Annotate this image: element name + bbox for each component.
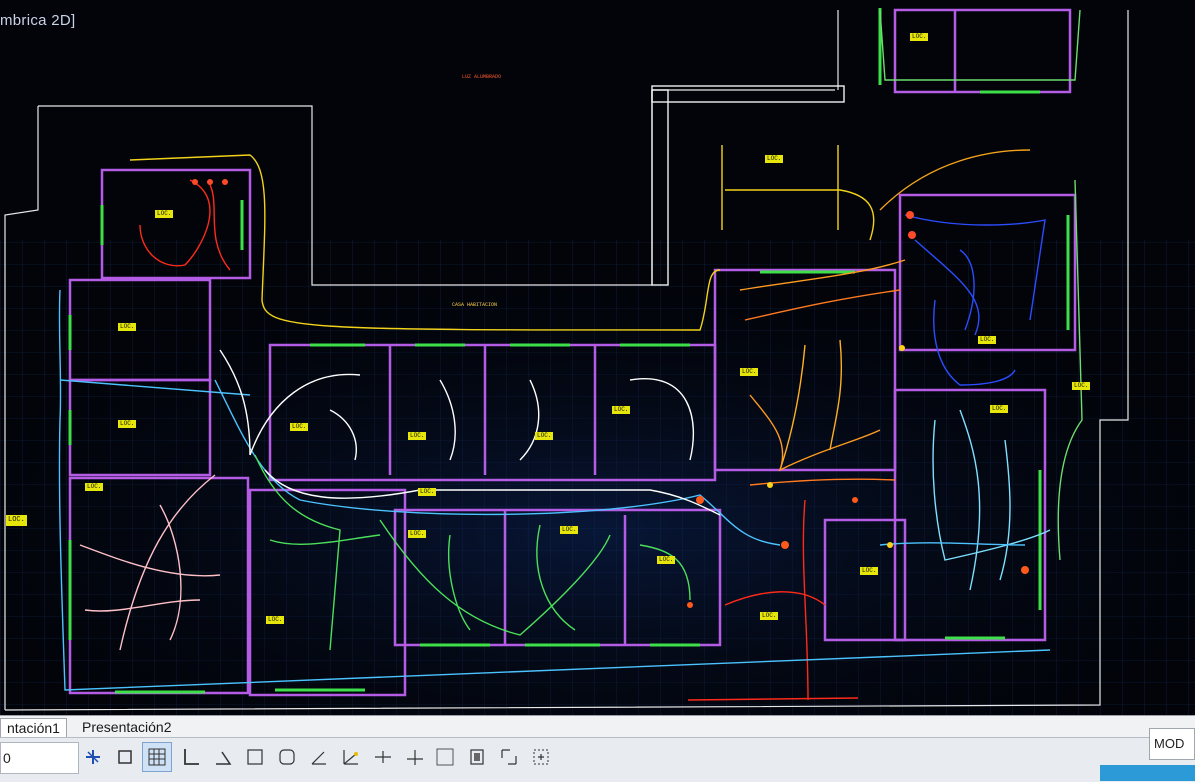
square-icon[interactable]: [240, 742, 270, 772]
status-bar: 0: [0, 737, 1195, 782]
tracking-icon[interactable]: [336, 742, 366, 772]
room-tag: LOC.: [266, 616, 285, 624]
room-tag: LOC.: [860, 567, 879, 575]
model-button[interactable]: MOD: [1149, 728, 1195, 760]
box-icon[interactable]: [430, 742, 460, 772]
room-tag: LOC.: [408, 432, 427, 440]
room-tag: LOC.: [910, 33, 929, 41]
cursor-icon[interactable]: [78, 742, 108, 772]
room-tag: LOC.: [155, 210, 174, 218]
coordinate-readout[interactable]: 0: [0, 742, 79, 774]
room-tag: LOC.: [990, 405, 1009, 413]
room-tag: LOC.: [765, 155, 784, 163]
ortho-icon[interactable]: [176, 742, 206, 772]
tab-presentacion2[interactable]: Presentación2: [76, 718, 178, 737]
room-tag: LOC.: [657, 556, 676, 564]
room-tag: LOC.: [6, 515, 27, 526]
corridor-label: CASA HABITACION: [452, 302, 498, 308]
room-tag: LOC.: [290, 423, 309, 431]
grid-icon[interactable]: [142, 742, 172, 772]
snap-icon[interactable]: [368, 742, 398, 772]
drawing-canvas[interactable]: mbrica 2D] LOC. LOC. LOC. LOC. LOC. LOC.…: [0, 0, 1195, 715]
taskbar-strip: [1100, 765, 1195, 781]
room-tag: LOC.: [418, 488, 437, 496]
drawing-heading: LUZ ALUMBRADO: [462, 74, 502, 80]
floor-plan-drawing[interactable]: [0, 0, 1195, 715]
corner-icon[interactable]: [494, 742, 524, 772]
room-tag: LOC.: [1072, 382, 1091, 390]
room-tag: LOC.: [535, 432, 554, 440]
room-tag: LOC.: [978, 336, 997, 344]
selection-icon[interactable]: [526, 742, 556, 772]
room-tag: LOC.: [612, 406, 631, 414]
room-tag: LOC.: [560, 526, 579, 534]
layout-tabs: ntación1 Presentación2: [0, 715, 1195, 738]
room-tag: LOC.: [408, 530, 427, 538]
room-tag: LOC.: [118, 323, 137, 331]
lineweight-icon[interactable]: [462, 742, 492, 772]
rounded-square-icon[interactable]: [272, 742, 302, 772]
rectangle-icon[interactable]: [110, 742, 140, 772]
angle-icon[interactable]: [304, 742, 334, 772]
polar-icon[interactable]: [208, 742, 238, 772]
room-tag: LOC.: [118, 420, 137, 428]
room-tag: LOC.: [760, 612, 779, 620]
room-tag: LOC.: [85, 483, 104, 491]
crosshair-icon[interactable]: [400, 742, 430, 772]
room-tag: LOC.: [740, 368, 759, 376]
tab-presentacion1[interactable]: ntación1: [0, 718, 67, 738]
